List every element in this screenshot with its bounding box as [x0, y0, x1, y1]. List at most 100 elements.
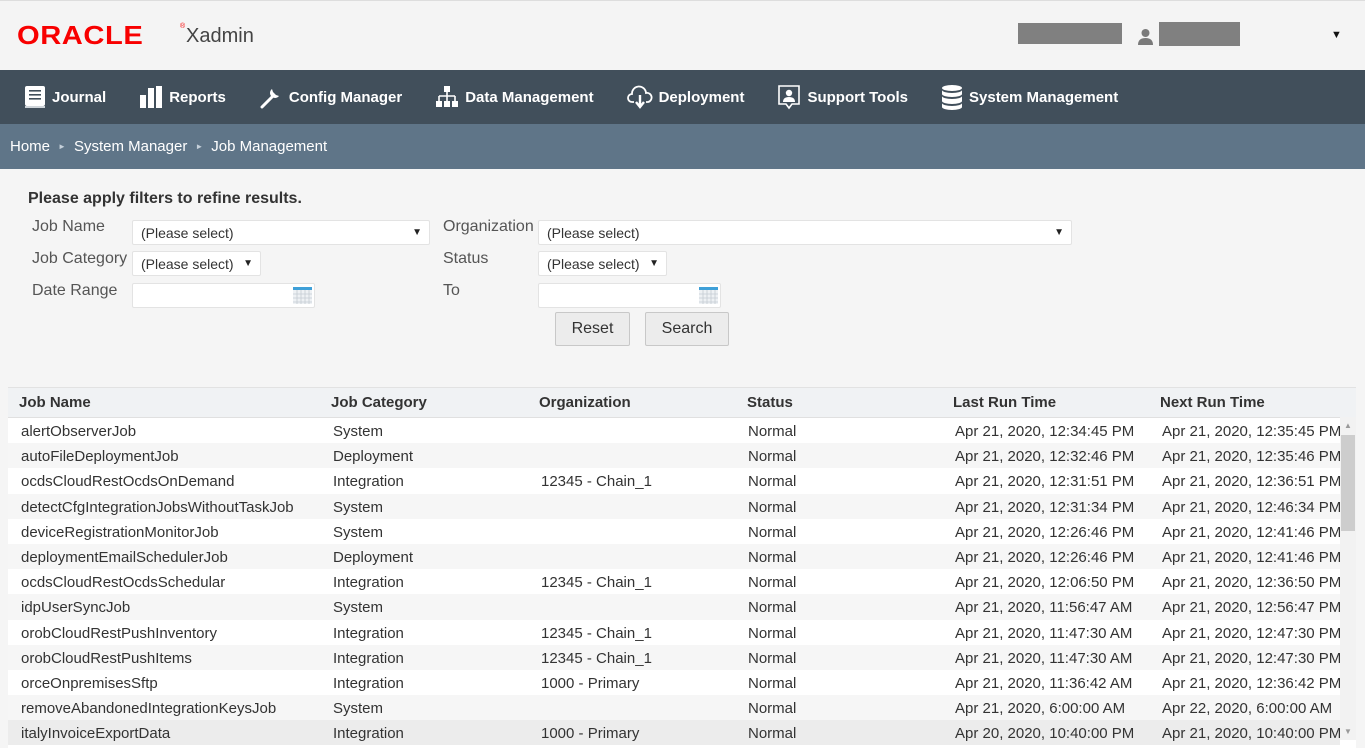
scroll-up-arrow-icon[interactable]: ▲	[1344, 421, 1352, 430]
breadcrumb: Home ► System Manager ► Job Management	[0, 124, 1365, 169]
cell-job-category: Integration	[333, 624, 404, 642]
job-category-select[interactable]: (Please select) ▼	[132, 251, 261, 276]
date-range-from-input[interactable]	[132, 283, 315, 308]
bar-chart-icon	[140, 86, 163, 108]
nav-deployment-label: Deployment	[658, 88, 745, 106]
scrollbar-thumb[interactable]	[1341, 435, 1355, 531]
nav-config-manager[interactable]: Config Manager	[259, 85, 402, 109]
table-row[interactable]: orceOnpremisesSftp Integration 1000 - Prim…	[8, 669, 1342, 696]
cell-job-name: alertObserverJob	[21, 423, 137, 440]
cell-last-run-time: Apr 21, 2020, 11:47:30 AM	[955, 649, 1133, 667]
status-label: Status	[443, 250, 489, 267]
breadcrumb-home[interactable]: Home	[10, 138, 50, 155]
date-range-label: Date Range	[32, 282, 118, 299]
cell-status: Normal	[748, 599, 797, 617]
cell-last-run-time: Apr 21, 2020, 11:56:47 AM	[955, 599, 1133, 617]
column-header-job-category[interactable]: Job Category	[331, 394, 427, 411]
cell-next-run-time: Apr 21, 2020, 12:36:51 PM	[1162, 473, 1342, 491]
cell-last-run-time: Apr 21, 2020, 12:31:51 PM	[955, 473, 1135, 491]
app-name: Xadmin	[186, 25, 254, 47]
column-header-status[interactable]: Status	[747, 394, 793, 411]
nav-journal[interactable]: Journal	[24, 85, 106, 109]
table-row[interactable]: deviceRegistrationMonitorJob System Normal…	[8, 518, 1342, 544]
cell-last-run-time: Apr 21, 2020, 11:36:42 AM	[955, 674, 1133, 692]
organization-select[interactable]: (Please select) ▼	[538, 220, 1072, 245]
brand-name: ORACLE	[17, 20, 144, 50]
user-menu-caret-icon[interactable]: ▼	[1331, 29, 1342, 41]
redacted-user-name[interactable]	[1159, 22, 1240, 46]
table-row[interactable]: alertObserverJob System Normal Apr 21, 2020…	[8, 418, 1341, 444]
jobs-table: Job Name Job Category Organization Statu…	[8, 387, 1356, 748]
job-name-select[interactable]: (Please select) ▼	[132, 220, 430, 245]
cell-status: Normal	[748, 448, 797, 466]
cell-last-run-time: Apr 21, 2020, 11:47:30 AM	[955, 624, 1133, 642]
cell-job-category: Integration	[333, 674, 404, 692]
breadcrumb-separator-icon: ►	[195, 142, 204, 151]
job-category-label: Job Category	[32, 250, 128, 267]
status-select[interactable]: (Please select) ▼	[538, 251, 667, 276]
column-header-next-run-time[interactable]: Next Run Time	[1160, 394, 1265, 411]
column-header-job-name[interactable]: Job Name	[19, 394, 91, 411]
nav-reports[interactable]: Reports	[139, 85, 226, 109]
filter-title: Please apply filters to refine results.	[28, 190, 302, 207]
table-row[interactable]: orobCloudRestPushInventory Integration 123…	[8, 619, 1341, 645]
nav-data-management[interactable]: Data Management	[435, 85, 594, 109]
organization-label: Organization	[443, 218, 534, 235]
cell-job-name: orobCloudRestPushInventory	[21, 624, 217, 642]
status-select-value: (Please select)	[547, 256, 640, 272]
nav-reports-label: Reports	[169, 88, 226, 106]
table-row[interactable]: ocdsCloudRestOcdsOnDemand Integration 1234…	[8, 468, 1342, 494]
scroll-down-arrow-icon[interactable]: ▼	[1344, 727, 1352, 736]
table-row[interactable]: idpUserSyncJob System Normal Apr 21, 2020, …	[8, 594, 1342, 620]
cell-job-name: removeAbandonedIntegrationKeysJob	[21, 700, 277, 718]
cell-job-name: orobCloudRestPushItems	[21, 649, 192, 667]
cell-job-category: System	[333, 498, 384, 516]
main-nav: Journal Reports Config Manager Data Mana…	[0, 70, 1365, 124]
cell-next-run-time: Apr 21, 2020, 12:36:50 PM	[1162, 574, 1342, 592]
cell-last-run-time: Apr 21, 2020, 6:00:00 AM	[955, 700, 1126, 718]
breadcrumb-system-manager[interactable]: System Manager	[74, 138, 187, 155]
date-range-to-input[interactable]	[538, 283, 721, 308]
calendar-icon[interactable]	[699, 287, 718, 304]
cell-next-run-time: Apr 21, 2020, 12:56:47 PM	[1162, 599, 1342, 617]
cell-last-run-time: Apr 21, 2020, 12:31:34 PM	[955, 498, 1135, 516]
table-row[interactable]: italyInvoiceExportData Integration 1000 - …	[8, 720, 1341, 746]
registered-mark: ®	[180, 23, 186, 30]
cell-status: Normal	[748, 498, 797, 516]
cell-job-category: Integration	[333, 473, 404, 491]
nav-support-tools[interactable]: Support Tools	[777, 84, 908, 110]
oracle-logo[interactable]: ORACLE ® Xadmin	[17, 22, 254, 48]
cell-job-category: System	[333, 599, 384, 617]
cell-next-run-time: Apr 21, 2020, 12:36:42 PM	[1162, 674, 1342, 692]
table-row[interactable]: removeAbandonedIntegrationKeysJob System N…	[8, 695, 1340, 721]
nav-system-management[interactable]: System Management	[941, 84, 1118, 110]
search-button[interactable]: Search	[645, 312, 729, 346]
nav-system-management-label: System Management	[969, 88, 1119, 106]
cell-job-category: System	[333, 423, 384, 440]
nav-journal-label: Journal	[52, 88, 107, 106]
table-row[interactable]: detectCfgIntegrationJobsWithoutTaskJob Sy…	[8, 493, 1341, 519]
cell-job-name: idpUserSyncJob	[21, 599, 131, 617]
cell-organization: 1000 - Primary	[541, 725, 640, 743]
table-scrollbar[interactable]: ▲ ▼	[1340, 417, 1356, 740]
nav-deployment[interactable]: Deployment	[626, 85, 745, 109]
cell-job-name: deviceRegistrationMonitorJob	[21, 523, 219, 541]
table-row[interactable]: deploymentEmailSchedulerJob Deployment Nor…	[8, 543, 1341, 570]
cell-job-category: System	[333, 700, 384, 718]
table-header: Job Name Job Category Organization Statu…	[8, 388, 1356, 418]
cell-next-run-time: Apr 21, 2020, 12:41:46 PM	[1162, 523, 1342, 541]
cell-organization: 1000 - Primary	[541, 674, 640, 692]
chevron-down-icon: ▼	[243, 258, 253, 269]
support-user-icon	[778, 85, 801, 110]
cell-organization: 12345 - Chain_1	[541, 649, 652, 667]
column-header-last-run-time[interactable]: Last Run Time	[953, 394, 1056, 411]
cloud-download-icon	[626, 85, 653, 109]
column-header-organization[interactable]: Organization	[539, 394, 631, 411]
calendar-icon[interactable]	[293, 287, 312, 304]
reset-button[interactable]: Reset	[555, 312, 630, 346]
table-row[interactable]: ocdsCloudRestOcdsSchedular Integration 123…	[8, 569, 1342, 595]
table-row[interactable]: autoFileDeploymentJob Deployment Normal Apr…	[8, 443, 1341, 469]
chevron-down-icon: ▼	[1054, 227, 1064, 238]
table-row[interactable]: orobCloudRestPushItems Integration 12345 -…	[8, 644, 1341, 670]
cell-job-name: detectCfgIntegrationJobsWithoutTaskJob	[21, 498, 294, 516]
